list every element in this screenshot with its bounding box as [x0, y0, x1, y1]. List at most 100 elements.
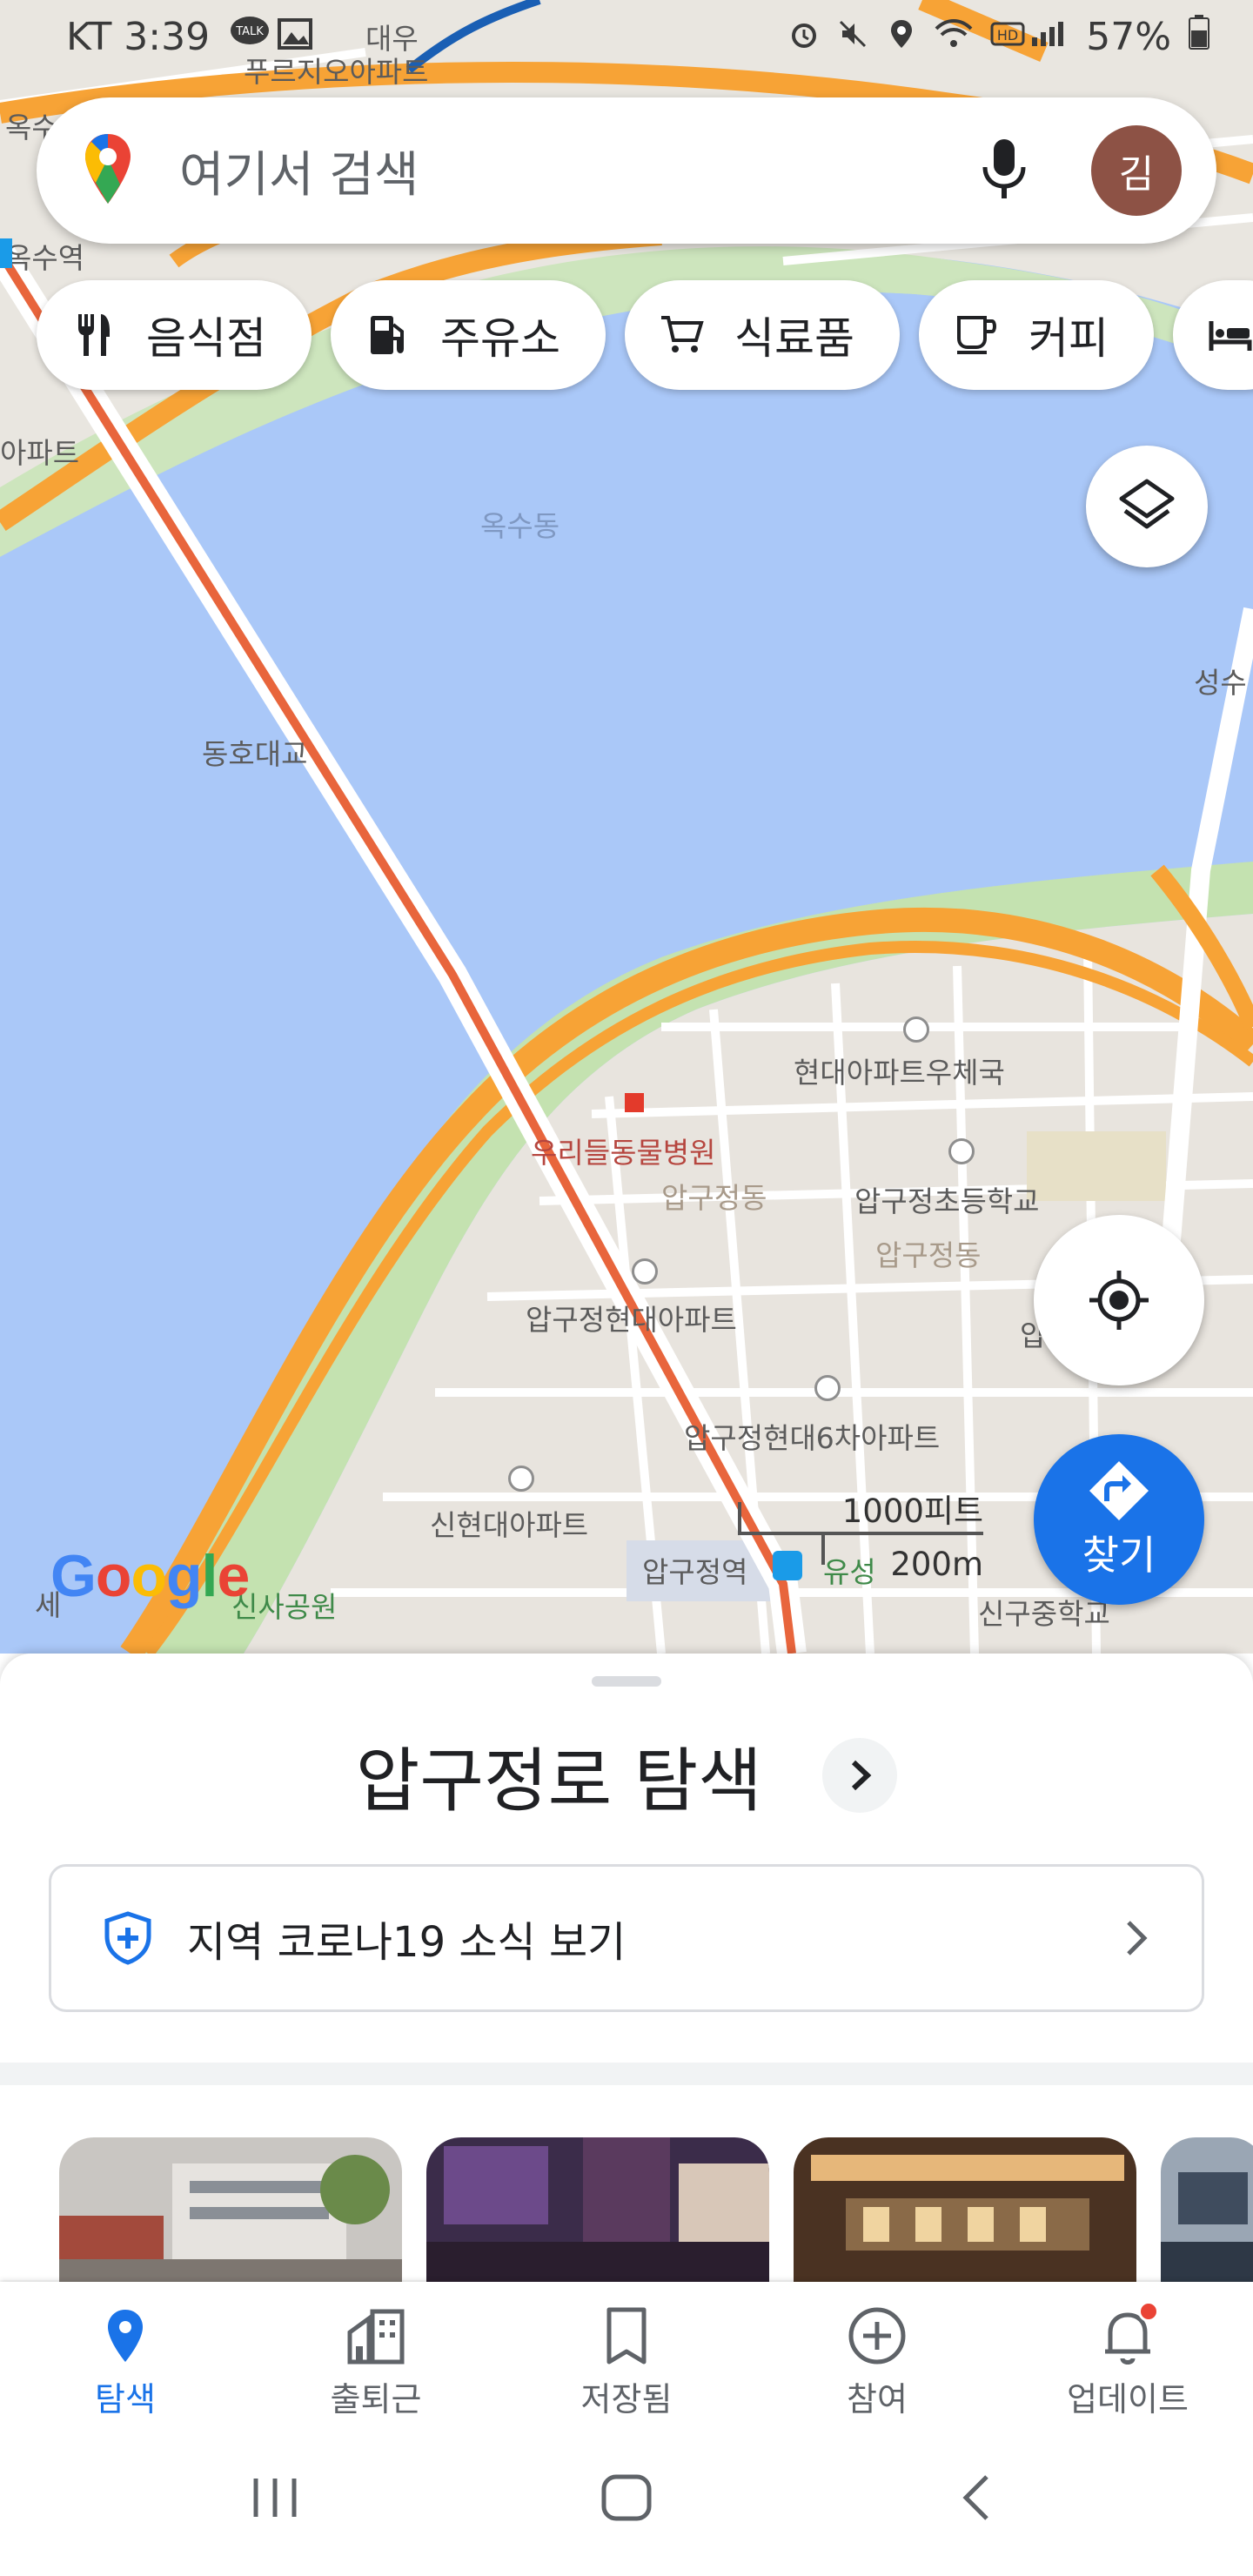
nav-updates[interactable]: 업데이트: [1002, 2282, 1253, 2428]
svg-text:TALK: TALK: [235, 25, 264, 38]
school-marker[interactable]: [948, 1138, 975, 1164]
covid-news-card[interactable]: 지역 코로나19 소식 보기: [49, 1864, 1204, 2012]
map-base: [0, 0, 1253, 1654]
hd-signal-icon: HD: [990, 15, 1069, 59]
nav-label: 출퇴근: [330, 2380, 422, 2418]
map-label: 옥수동: [480, 509, 560, 543]
map-label: 압구정역: [642, 1555, 748, 1589]
place-photo[interactable]: [59, 2137, 402, 2285]
gallery-icon: [278, 15, 313, 59]
search-input[interactable]: 여기서 검색: [179, 136, 978, 206]
chip-label: 커피: [1029, 313, 1109, 364]
home-button[interactable]: [599, 2472, 654, 2527]
hospital-marker[interactable]: [625, 1093, 644, 1112]
microphone-icon[interactable]: [978, 134, 1091, 207]
recent-apps-button[interactable]: [251, 2472, 299, 2527]
chip-label: 주유소: [440, 313, 560, 364]
covid-news-label: 지역 코로나19 소식 보기: [187, 1918, 626, 1967]
directions-icon: [1089, 1461, 1149, 1520]
explore-title: 압구정로 탐색: [355, 1741, 762, 1821]
home-icon: [601, 2474, 652, 2521]
my-location-icon: [1089, 1271, 1149, 1330]
location-icon: [886, 15, 917, 59]
apartment-marker[interactable]: [814, 1375, 841, 1401]
chevron-right-icon: [1127, 1921, 1148, 1955]
hotel-icon: [1209, 321, 1252, 351]
chip-hotels[interactable]: [1173, 280, 1253, 390]
google-logo: Google: [50, 1543, 250, 1609]
carrier-time: KT 3:39: [66, 14, 211, 59]
back-button[interactable]: [957, 2472, 995, 2527]
nav-label: 참여: [847, 2380, 908, 2418]
chip-label: 식료품: [734, 313, 854, 364]
account-avatar[interactable]: 김: [1091, 125, 1182, 216]
battery-icon: [1189, 14, 1209, 59]
svg-text:HD: HD: [997, 27, 1018, 44]
nav-label: 업데이트: [1067, 2380, 1189, 2418]
place-photo[interactable]: [426, 2137, 769, 2285]
search-bar[interactable]: 여기서 검색 김: [37, 97, 1216, 244]
alarm-icon: [788, 15, 820, 59]
nav-explore[interactable]: 탐색: [0, 2282, 251, 2428]
layers-icon: [1119, 479, 1175, 529]
apartment-marker[interactable]: [508, 1466, 534, 1492]
nav-label: 탐색: [95, 2380, 156, 2418]
avatar-initial: 김: [1118, 152, 1155, 197]
post-office-marker[interactable]: [903, 1016, 929, 1043]
chip-restaurants[interactable]: 음식점: [37, 280, 312, 390]
recent-apps-icon: [253, 2479, 297, 2517]
map-label: 우리들동물병원: [531, 1136, 716, 1170]
wifi-icon: [935, 15, 973, 59]
explore-pin-icon: [108, 2310, 143, 2362]
directions-label: 찾기: [1082, 1532, 1156, 1579]
map-label: 성수: [1194, 666, 1247, 700]
nav-commute[interactable]: 출퇴근: [251, 2282, 501, 2428]
explore-photos: [59, 2137, 1253, 2285]
sheet-drag-handle[interactable]: [592, 1676, 661, 1687]
back-icon: [962, 2475, 988, 2520]
system-navigation-bar: [0, 2428, 1253, 2576]
my-location-button[interactable]: [1034, 1215, 1204, 1385]
coffee-icon: [957, 316, 996, 354]
bottom-navigation: 탐색 출퇴근 저장됨 참여 업데이트: [0, 2282, 1253, 2428]
commute-icon: [347, 2309, 405, 2365]
directions-button[interactable]: 찾기: [1034, 1434, 1204, 1605]
nav-contribute[interactable]: 참여: [752, 2282, 1002, 2428]
battery-percent: 57%: [1086, 14, 1171, 59]
maps-logo-icon: [80, 131, 136, 211]
shield-icon: [104, 1911, 151, 1965]
category-chips: 음식점 주유소 식료품 커피: [37, 280, 1253, 390]
map-label: 압구정초등학교: [854, 1184, 1040, 1218]
layers-button[interactable]: [1086, 446, 1208, 567]
chip-coffee[interactable]: 커피: [919, 280, 1154, 390]
scale-feet-label: 1000피트: [841, 1493, 983, 1530]
map-label: 압구정동: [661, 1181, 767, 1215]
map-label: 압구정동: [875, 1238, 982, 1272]
map-canvas[interactable]: 대우 푸르지오아파트 옥수역 옥수 아파트 옥수동 성수 동호대교 현대아파트우…: [0, 0, 1253, 1654]
explore-sheet[interactable]: 압구정로 탐색 지역 코로나19 소식 보기: [0, 1654, 1253, 2285]
map-label: 옥수역: [5, 241, 85, 275]
scale-meters-label: 200m: [890, 1546, 983, 1583]
explore-header[interactable]: 압구정로 탐색: [0, 1725, 1253, 1826]
chip-label: 음식점: [146, 313, 266, 364]
map-label: 아파트: [0, 436, 80, 470]
place-photo[interactable]: [1161, 2137, 1253, 2285]
chip-gas-stations[interactable]: 주유소: [331, 280, 606, 390]
map-label: 압구정현대아파트: [526, 1303, 737, 1337]
place-photo[interactable]: [794, 2137, 1136, 2285]
subway-station-icon[interactable]: [0, 238, 12, 268]
nav-saved[interactable]: 저장됨: [501, 2282, 752, 2428]
gas-station-icon: [371, 316, 404, 354]
notification-badge: [1138, 2301, 1159, 2322]
section-divider: [0, 2063, 1253, 2085]
apartment-marker[interactable]: [632, 1258, 658, 1285]
map-label: 압구정현대6차아파트: [684, 1421, 941, 1455]
nav-label: 저장됨: [580, 2380, 673, 2418]
restaurant-icon: [78, 314, 110, 356]
map-label: 신현대아파트: [430, 1508, 589, 1542]
kakaotalk-icon: TALK: [229, 15, 271, 59]
chip-groceries[interactable]: 식료품: [625, 280, 900, 390]
bookmark-icon: [606, 2307, 647, 2365]
explore-arrow-button[interactable]: [822, 1738, 898, 1813]
map-label: 동호대교: [202, 737, 308, 771]
